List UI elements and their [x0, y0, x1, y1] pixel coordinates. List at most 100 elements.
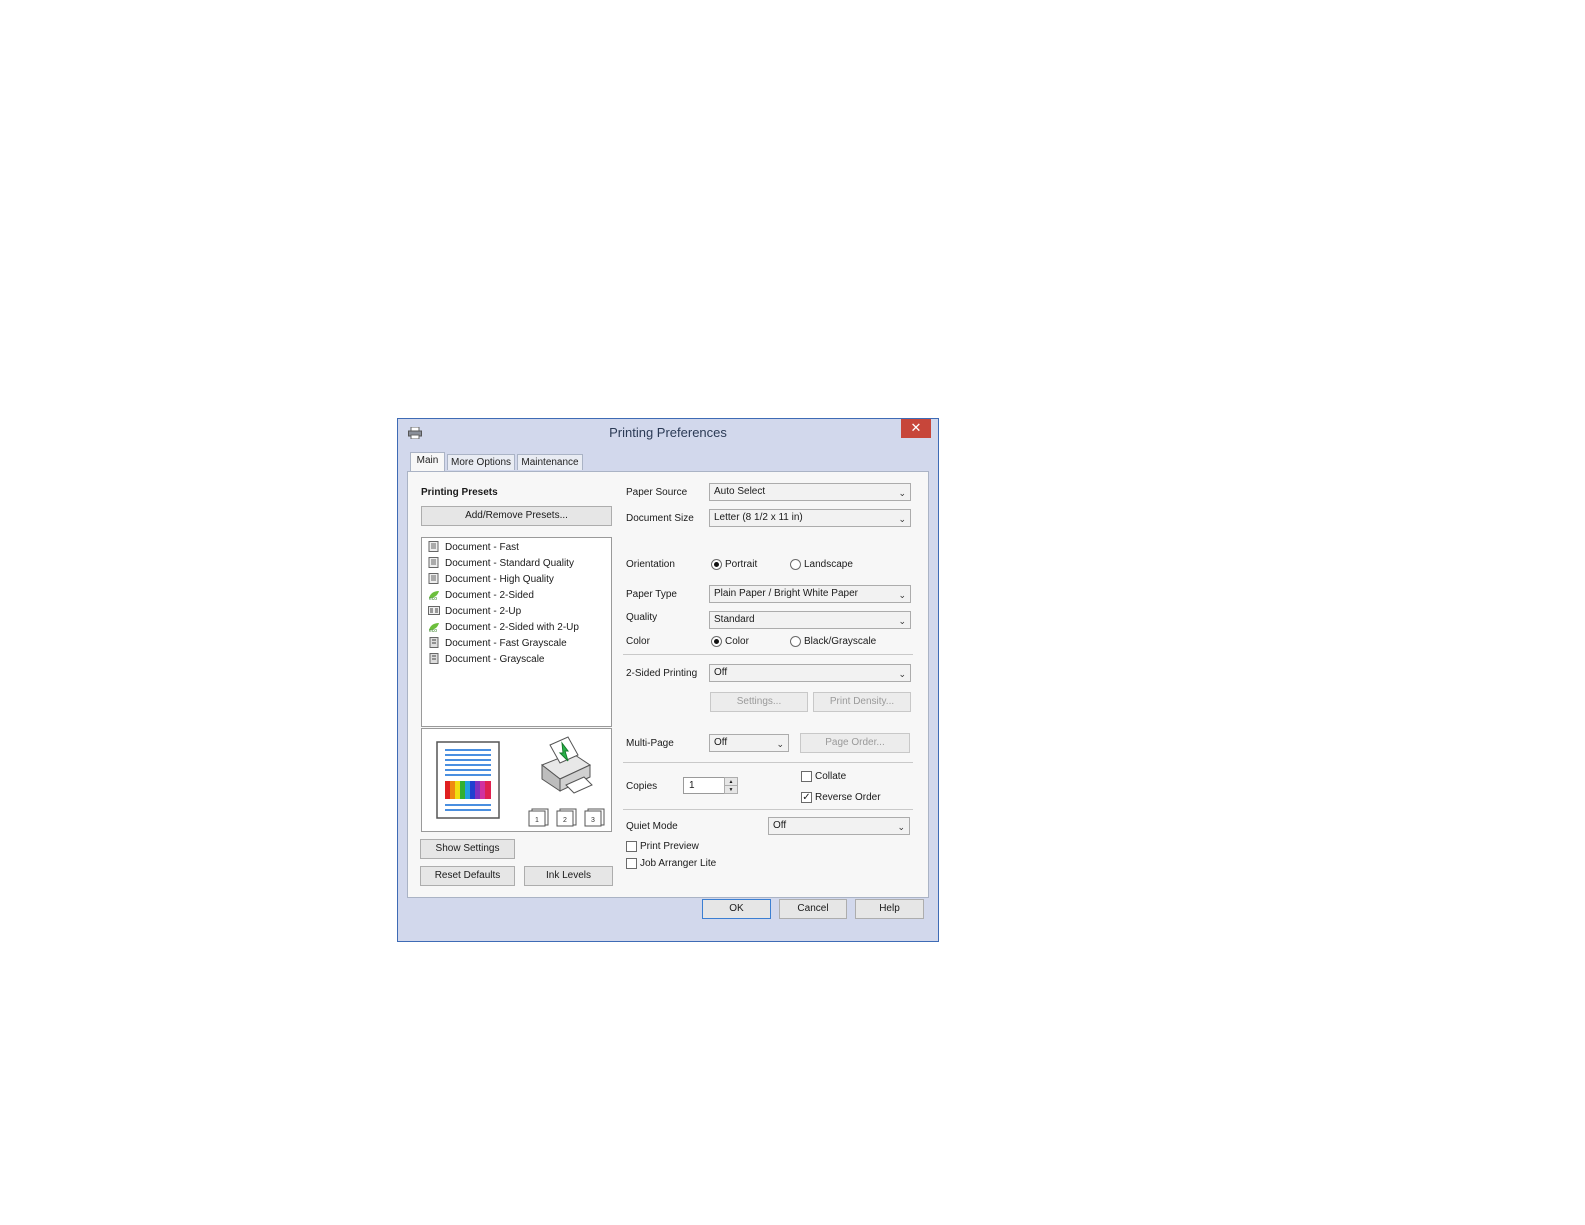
- quiet-mode-select[interactable]: Off ⌄: [768, 817, 910, 835]
- color-option-label: Color: [725, 636, 749, 647]
- copies-decrement-button[interactable]: ▼: [724, 785, 738, 794]
- chevron-down-icon: ⌄: [898, 669, 906, 679]
- separator: [623, 654, 913, 655]
- tab-maintenance[interactable]: Maintenance: [517, 454, 583, 470]
- paper-type-value: Plain Paper / Bright White Paper: [714, 588, 858, 599]
- chevron-down-icon: ⌄: [776, 739, 784, 749]
- separator: [623, 762, 913, 763]
- paper-source-label: Paper Source: [626, 487, 688, 498]
- document-size-label: Document Size: [626, 513, 694, 524]
- quality-select[interactable]: Standard ⌄: [709, 611, 911, 629]
- document-icon: [428, 573, 439, 584]
- collate-checkbox[interactable]: [801, 771, 812, 782]
- list-item[interactable]: Document - Fast Grayscale: [428, 637, 567, 651]
- list-item[interactable]: Document - Grayscale: [428, 653, 544, 667]
- landscape-label: Landscape: [804, 559, 853, 570]
- preset-label: Document - Fast Grayscale: [445, 638, 567, 649]
- printer-output-icon: [541, 736, 593, 794]
- reverse-order-checkbox[interactable]: ✓: [801, 792, 812, 803]
- two-sided-printing-value: Off: [714, 667, 728, 678]
- color-radio[interactable]: [711, 636, 722, 647]
- paper-source-select[interactable]: Auto Select ⌄: [709, 483, 911, 501]
- chevron-down-icon: ⌄: [898, 616, 906, 626]
- show-settings-button[interactable]: Show Settings: [420, 839, 515, 859]
- eco-icon: eco: [429, 623, 439, 632]
- reset-defaults-button[interactable]: Reset Defaults: [420, 866, 515, 886]
- list-item[interactable]: Document - Standard Quality: [428, 557, 574, 571]
- help-button[interactable]: Help: [855, 899, 924, 919]
- preset-label: Document - Fast: [445, 542, 519, 553]
- presets-list[interactable]: Document - Fast Document - Standard Qual…: [421, 537, 612, 727]
- orientation-label: Orientation: [626, 559, 675, 570]
- title-bar[interactable]: Printing Preferences ✕: [398, 419, 938, 447]
- list-item[interactable]: eco Document - 2-Sided with 2-Up: [428, 621, 579, 635]
- copies-input[interactable]: 1: [683, 777, 725, 794]
- ink-levels-button[interactable]: Ink Levels: [524, 866, 613, 886]
- cancel-button[interactable]: Cancel: [779, 899, 847, 919]
- ok-label: OK: [729, 903, 744, 914]
- page-order-label: Page Order...: [825, 737, 885, 748]
- list-item[interactable]: Document - 2-Up: [428, 605, 521, 619]
- printing-preferences-window: Printing Preferences ✕ Main More Options…: [397, 418, 939, 942]
- add-remove-presets-button[interactable]: Add/Remove Presets...: [421, 506, 612, 526]
- document-icon: [428, 541, 439, 552]
- grayscale-document-icon: [429, 637, 439, 648]
- preset-label: Document - 2-Up: [445, 606, 522, 617]
- two-sided-printing-select[interactable]: Off ⌄: [709, 664, 911, 682]
- paper-type-select[interactable]: Plain Paper / Bright White Paper ⌄: [709, 585, 911, 603]
- multi-page-label: Multi-Page: [626, 738, 674, 749]
- quiet-mode-value: Off: [773, 820, 787, 831]
- preset-label: Document - High Quality: [445, 574, 554, 585]
- black-grayscale-label: Black/Grayscale: [804, 636, 877, 647]
- copies-label: Copies: [626, 781, 658, 792]
- copies-value: 1: [689, 780, 695, 791]
- quality-value: Standard: [714, 614, 755, 625]
- svg-text:1: 1: [535, 817, 539, 824]
- two-sided-printing-label: 2-Sided Printing: [626, 668, 698, 679]
- preset-label: Document - Standard Quality: [445, 558, 574, 569]
- print-preview-area: 1 2 3: [421, 728, 612, 832]
- portrait-radio[interactable]: [711, 559, 722, 570]
- close-button[interactable]: ✕: [901, 419, 931, 438]
- chevron-down-icon: ⌄: [897, 822, 905, 832]
- chevron-down-icon: ⌄: [898, 488, 906, 498]
- tab-more-options[interactable]: More Options: [447, 454, 515, 470]
- ok-button[interactable]: OK: [702, 899, 771, 919]
- page-order-button[interactable]: Page Order...: [800, 733, 910, 753]
- multi-page-value: Off: [714, 737, 728, 748]
- window-title: Printing Preferences: [609, 425, 727, 440]
- spin-down-icon: ▼: [728, 787, 734, 793]
- reset-defaults-label: Reset Defaults: [434, 870, 501, 881]
- eco-icon: eco: [429, 591, 439, 600]
- two-sided-settings-button[interactable]: Settings...: [710, 692, 808, 712]
- add-remove-presets-label: Add/Remove Presets...: [465, 510, 568, 521]
- tab-more-options-label: More Options: [450, 457, 512, 468]
- preset-label: Document - 2-Sided: [445, 590, 534, 601]
- print-density-button[interactable]: Print Density...: [813, 692, 911, 712]
- print-preview-checkbox[interactable]: [626, 841, 637, 852]
- preset-label: Document - Grayscale: [445, 654, 545, 665]
- two-sided-settings-label: Settings...: [736, 696, 782, 707]
- black-grayscale-radio[interactable]: [790, 636, 801, 647]
- document-icon: [428, 557, 439, 568]
- checkmark-icon: ✓: [802, 792, 811, 803]
- multi-page-select[interactable]: Off ⌄: [709, 734, 789, 752]
- dialog-button-bar: OK Cancel Help: [398, 899, 938, 943]
- help-label: Help: [879, 903, 900, 914]
- grayscale-document-icon: [429, 653, 439, 664]
- document-size-select[interactable]: Letter (8 1/2 x 11 in) ⌄: [709, 509, 911, 527]
- list-item[interactable]: eco Document - 2-Sided: [428, 589, 534, 603]
- paper-type-label: Paper Type: [626, 589, 677, 600]
- list-item[interactable]: Document - High Quality: [428, 573, 554, 587]
- job-arranger-lite-label: Job Arranger Lite: [640, 858, 717, 869]
- landscape-radio[interactable]: [790, 559, 801, 570]
- list-item[interactable]: Document - Fast: [428, 541, 519, 555]
- print-preview-label: Print Preview: [640, 841, 699, 852]
- chevron-down-icon: ⌄: [898, 514, 906, 524]
- ink-levels-label: Ink Levels: [545, 870, 592, 881]
- paper-source-value: Auto Select: [714, 486, 766, 497]
- tab-main-label: Main: [416, 455, 439, 466]
- svg-text:2: 2: [563, 817, 567, 824]
- tab-main[interactable]: Main: [410, 452, 445, 471]
- job-arranger-lite-checkbox[interactable]: [626, 858, 637, 869]
